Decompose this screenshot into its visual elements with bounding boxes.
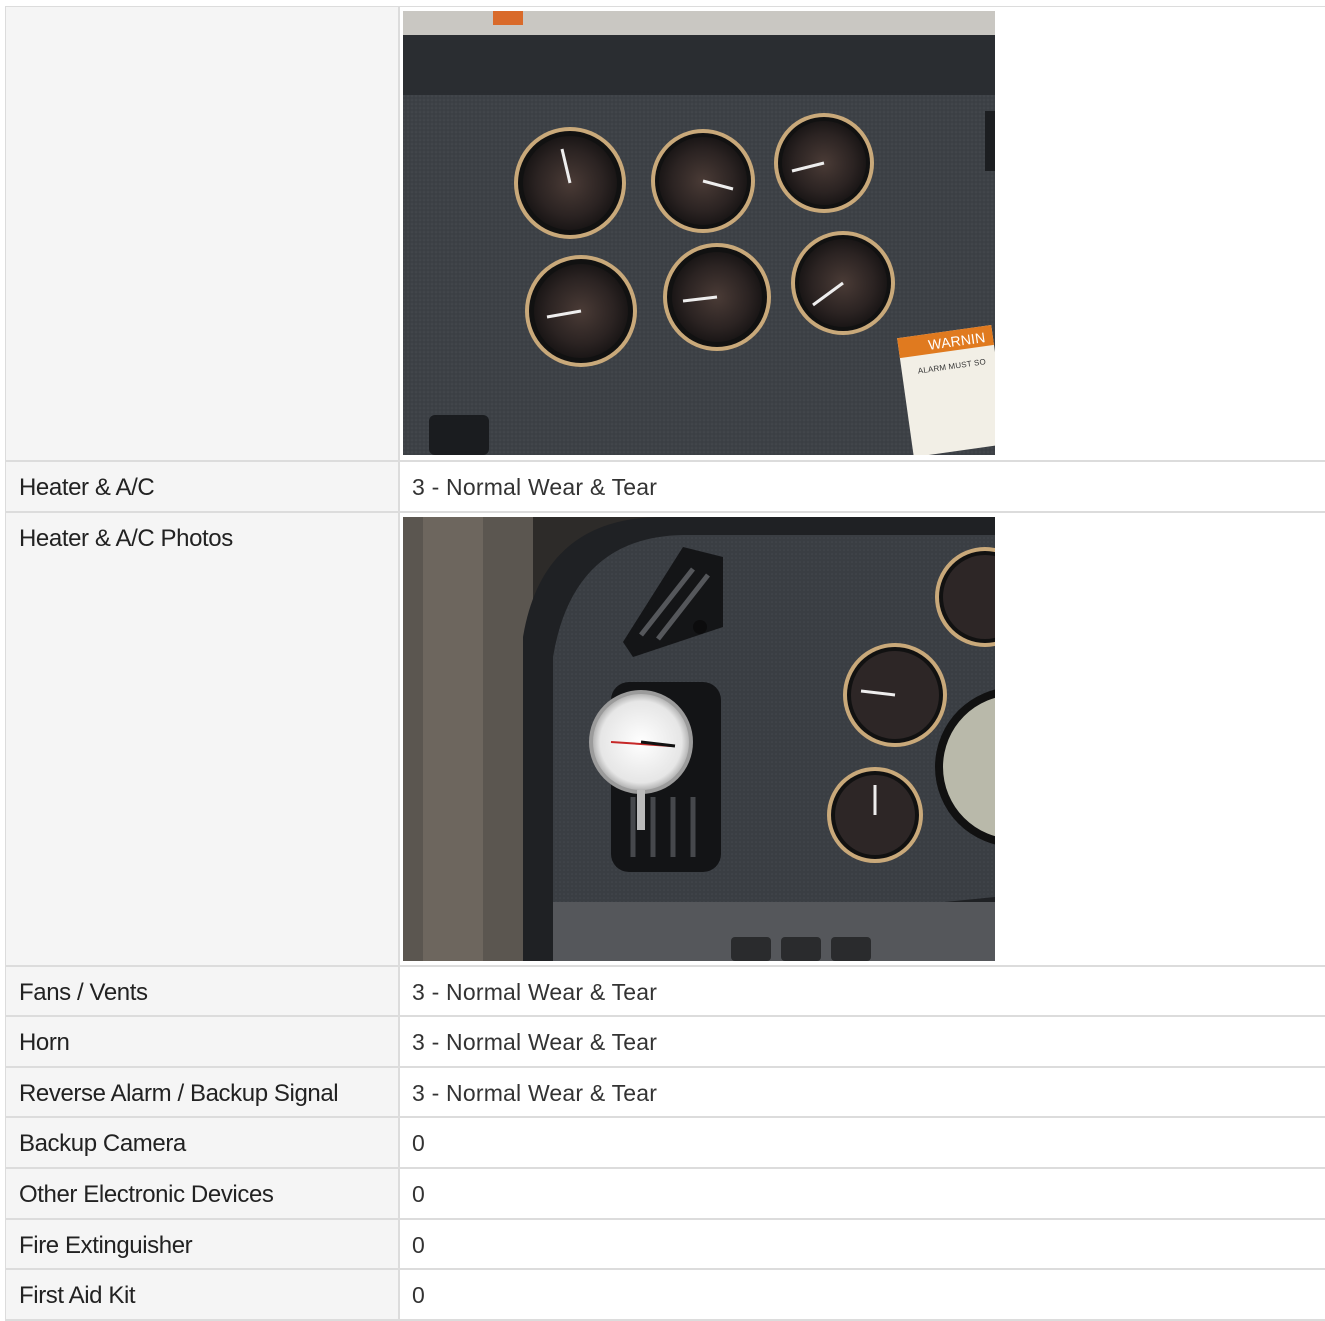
row-label: First Aid Kit (5, 1270, 400, 1319)
row-value: 3 - Normal Wear & Tear (412, 474, 658, 500)
row-label: Fans / Vents (5, 966, 400, 1016)
row-value: 0 (412, 1282, 425, 1309)
row-value (400, 513, 1325, 965)
row-value: 3 - Normal Wear & Tear (412, 978, 658, 1005)
heater-vent-photo[interactable] (403, 516, 995, 961)
row-label: Heater & A/C Photos (5, 512, 400, 965)
row-label: Backup Camera (5, 1118, 400, 1167)
row-value: 0 (412, 1180, 425, 1207)
table-row: Fans / Vents 3 - Normal Wear & Tear (5, 966, 1325, 1018)
inspection-table: WARNIN ALARM MUST SO Heater & A/C 3 - No… (5, 6, 1325, 1321)
table-row: Reverse Alarm / Backup Signal 3 - Normal… (5, 1067, 1325, 1119)
table-row: Fire Extinguisher 0 (5, 1219, 1325, 1271)
row-value: WARNIN ALARM MUST SO (400, 7, 1325, 460)
row-value: 3 - Normal Wear & Tear (412, 1029, 658, 1056)
warning-sticker: WARNIN ALARM MUST SO (897, 325, 995, 455)
table-row: Backup Camera 0 (5, 1118, 1325, 1169)
table-row: Heater & A/C Photos (5, 512, 1325, 967)
row-label: Other Electronic Devices (5, 1168, 400, 1218)
row-value: 0 (412, 1231, 425, 1258)
table-row: Other Electronic Devices 0 (5, 1168, 1325, 1220)
row-label: Fire Extinguisher (5, 1219, 400, 1269)
row-label: Horn (5, 1017, 400, 1066)
table-row: First Aid Kit 0 (5, 1270, 1325, 1321)
table-row: Horn 3 - Normal Wear & Tear (5, 1017, 1325, 1068)
row-value: 3 - Normal Wear & Tear (412, 1079, 658, 1106)
row-label (5, 7, 400, 460)
table-row: Heater & A/C 3 - Normal Wear & Tear (5, 462, 1325, 513)
row-value: 0 (412, 1130, 425, 1157)
row-label: Reverse Alarm / Backup Signal (5, 1067, 400, 1117)
table-row: WARNIN ALARM MUST SO (5, 7, 1325, 462)
row-label: Heater & A/C (5, 462, 400, 511)
gauge-panel-photo[interactable]: WARNIN ALARM MUST SO (403, 11, 995, 455)
